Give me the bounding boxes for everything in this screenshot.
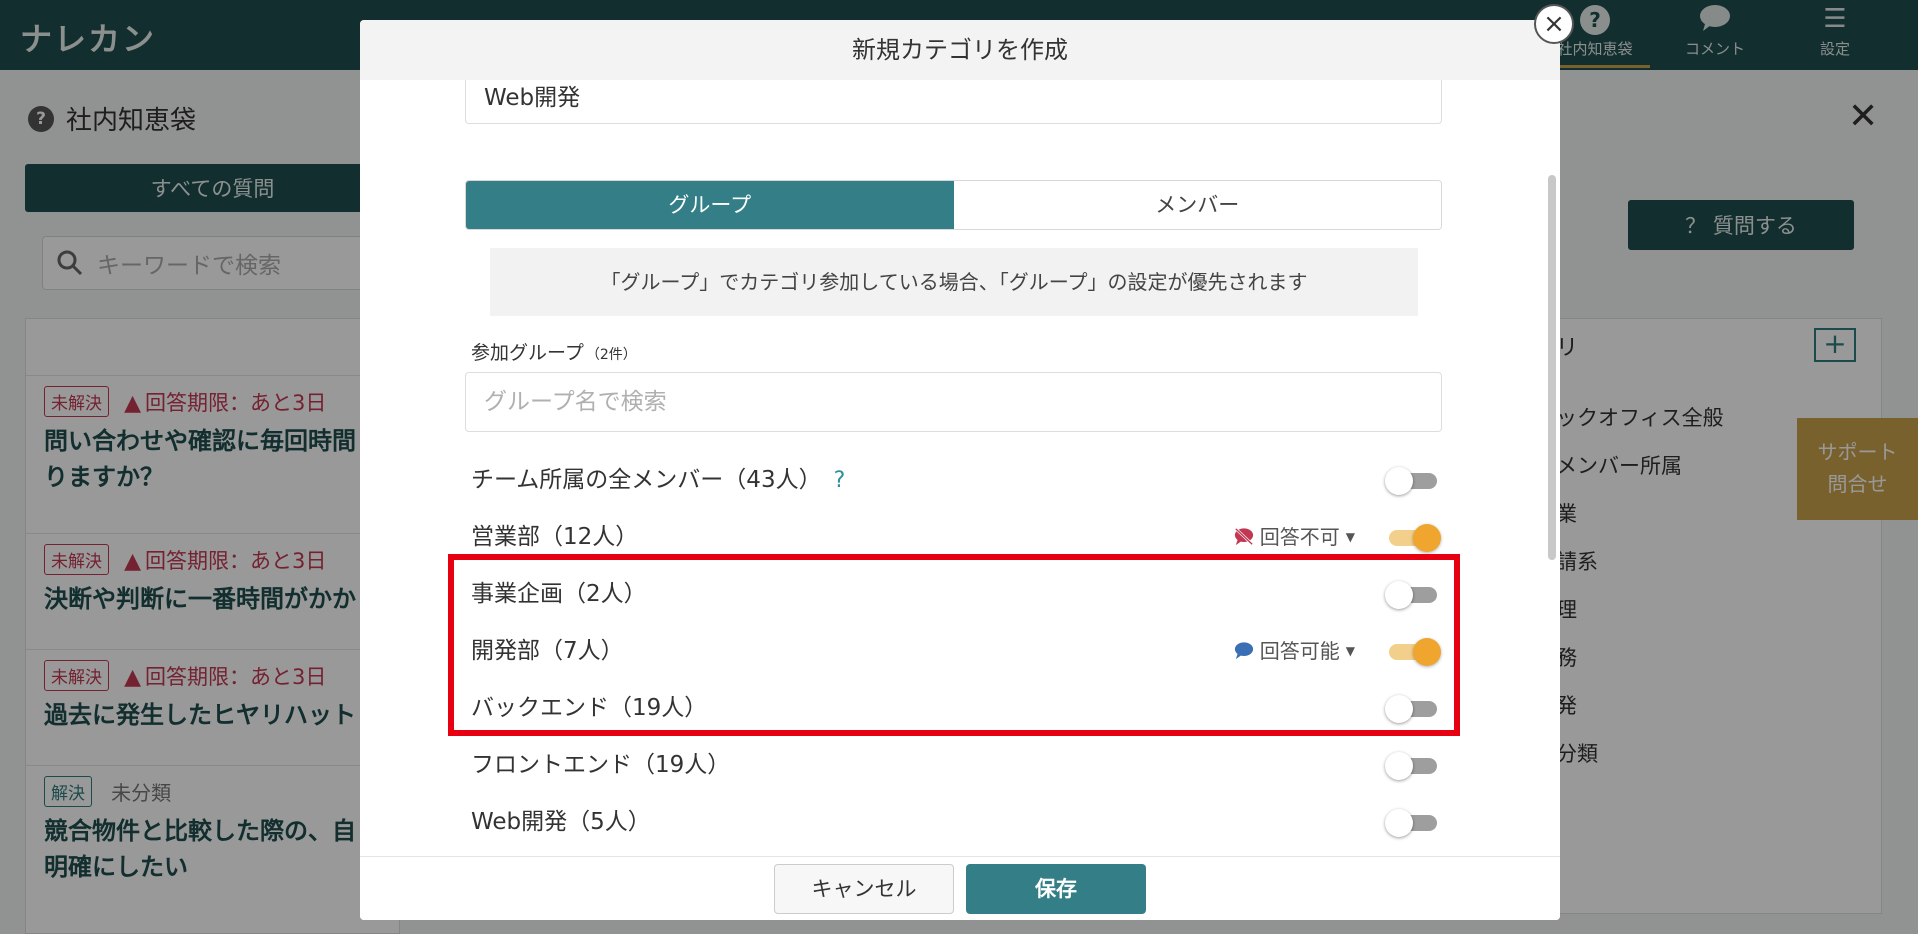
group-row: フロントエンド（19人） bbox=[471, 745, 1441, 785]
group-row: チーム所属の全メンバー（43人）? bbox=[471, 460, 1441, 500]
group-member-tabs: グループ メンバー bbox=[465, 180, 1442, 230]
help-icon[interactable]: ? bbox=[834, 468, 846, 493]
group-name: フロントエンド（19人） bbox=[471, 752, 731, 778]
tab-member[interactable]: メンバー bbox=[953, 181, 1441, 229]
tab-group[interactable]: グループ bbox=[466, 181, 954, 229]
group-row: Web開発（5人） bbox=[471, 802, 1441, 842]
group-name: 営業部（12人） bbox=[471, 524, 639, 550]
group-toggle[interactable] bbox=[1385, 467, 1441, 495]
cancel-button[interactable]: キャンセル bbox=[774, 864, 954, 914]
create-category-modal: 新規カテゴリを作成 Web開発 グループ メンバー 「グループ」でカテゴリ参加し… bbox=[360, 20, 1560, 920]
modal-scrollbar[interactable] bbox=[1548, 175, 1556, 560]
category-name-input[interactable]: Web開発 bbox=[465, 80, 1442, 124]
modal-footer: キャンセル 保存 bbox=[360, 856, 1560, 920]
group-row: 営業部（12人） 回答不可 ▼ bbox=[471, 517, 1441, 557]
group-count: （2件） bbox=[585, 347, 637, 363]
priority-notice: 「グループ」でカテゴリ参加している場合、「グループ」の設定が優先されます bbox=[490, 248, 1418, 316]
modal-content: Web開発 グループ メンバー 「グループ」でカテゴリ参加している場合、「グルー… bbox=[360, 80, 1560, 876]
group-toggle[interactable] bbox=[1385, 809, 1441, 837]
group-name: チーム所属の全メンバー（43人）? bbox=[471, 467, 846, 493]
group-toggle[interactable] bbox=[1385, 524, 1441, 552]
permission-dropdown[interactable]: 回答不可 ▼ bbox=[1234, 517, 1355, 557]
group-name: Web開発（5人） bbox=[471, 809, 651, 835]
modal-title: 新規カテゴリを作成 bbox=[360, 20, 1560, 80]
group-toggle[interactable] bbox=[1385, 752, 1441, 780]
group-section-label: 参加グループ （2件） bbox=[471, 342, 637, 364]
group-search-input[interactable]: グループ名で検索 bbox=[465, 372, 1442, 432]
no-answer-icon bbox=[1234, 527, 1253, 546]
highlight-box bbox=[448, 554, 1460, 736]
modal-close-icon[interactable]: × bbox=[1534, 4, 1574, 44]
save-button[interactable]: 保存 bbox=[966, 864, 1146, 914]
caret-down-icon: ▼ bbox=[1345, 530, 1355, 544]
